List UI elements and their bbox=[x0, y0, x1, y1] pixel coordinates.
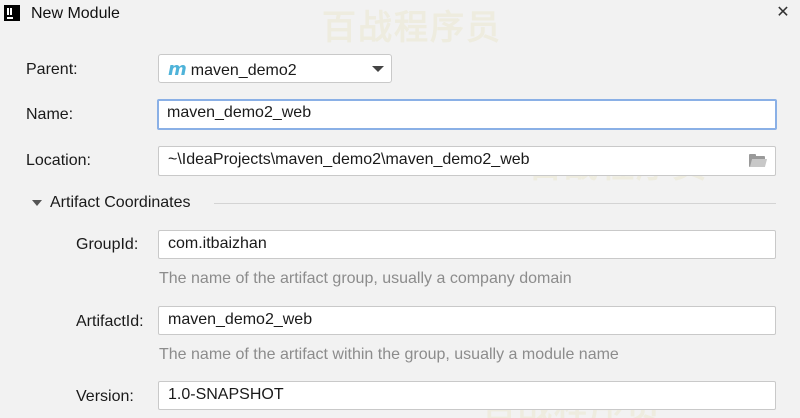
section-divider bbox=[214, 203, 776, 204]
close-icon[interactable]: ✕ bbox=[774, 3, 792, 21]
group-id-label: GroupId: bbox=[76, 236, 139, 253]
chevron-down-icon bbox=[372, 66, 384, 72]
maven-module-icon: m bbox=[168, 59, 187, 80]
parent-value: maven_demo2 bbox=[190, 62, 297, 79]
version-label: Version: bbox=[76, 388, 134, 405]
artifact-id-input[interactable]: maven_demo2_web bbox=[158, 306, 776, 335]
name-value: maven_demo2_web bbox=[167, 104, 312, 121]
parent-select[interactable]: m maven_demo2 bbox=[158, 54, 392, 83]
group-id-hint: The name of the artifact group, usually … bbox=[159, 270, 572, 287]
location-input[interactable]: ~\IdeaProjects\maven_demo2\maven_demo2_w… bbox=[158, 146, 776, 176]
artifact-id-label: ArtifactId: bbox=[76, 313, 144, 330]
window-title: New Module bbox=[31, 5, 120, 22]
collapse-caret-icon[interactable] bbox=[32, 200, 42, 206]
folder-browse-icon[interactable] bbox=[749, 154, 768, 167]
artifact-id-hint: The name of the artifact within the grou… bbox=[159, 346, 619, 363]
group-id-value: com.itbaizhan bbox=[168, 235, 267, 252]
location-label: Location: bbox=[26, 152, 91, 169]
group-id-input[interactable]: com.itbaizhan bbox=[158, 230, 776, 259]
location-value: ~\IdeaProjects\maven_demo2\maven_demo2_w… bbox=[168, 151, 530, 168]
parent-label: Parent: bbox=[26, 61, 78, 78]
artifact-id-value: maven_demo2_web bbox=[168, 311, 313, 328]
version-input[interactable]: 1.0-SNAPSHOT bbox=[158, 381, 776, 410]
artifact-coordinates-title[interactable]: Artifact Coordinates bbox=[50, 194, 191, 212]
name-input[interactable]: maven_demo2_web bbox=[157, 99, 777, 130]
name-label: Name: bbox=[26, 106, 74, 123]
watermark-logo: 百战程序员 bbox=[322, 8, 502, 48]
intellij-app-icon bbox=[4, 5, 20, 21]
version-value: 1.0-SNAPSHOT bbox=[168, 386, 284, 403]
